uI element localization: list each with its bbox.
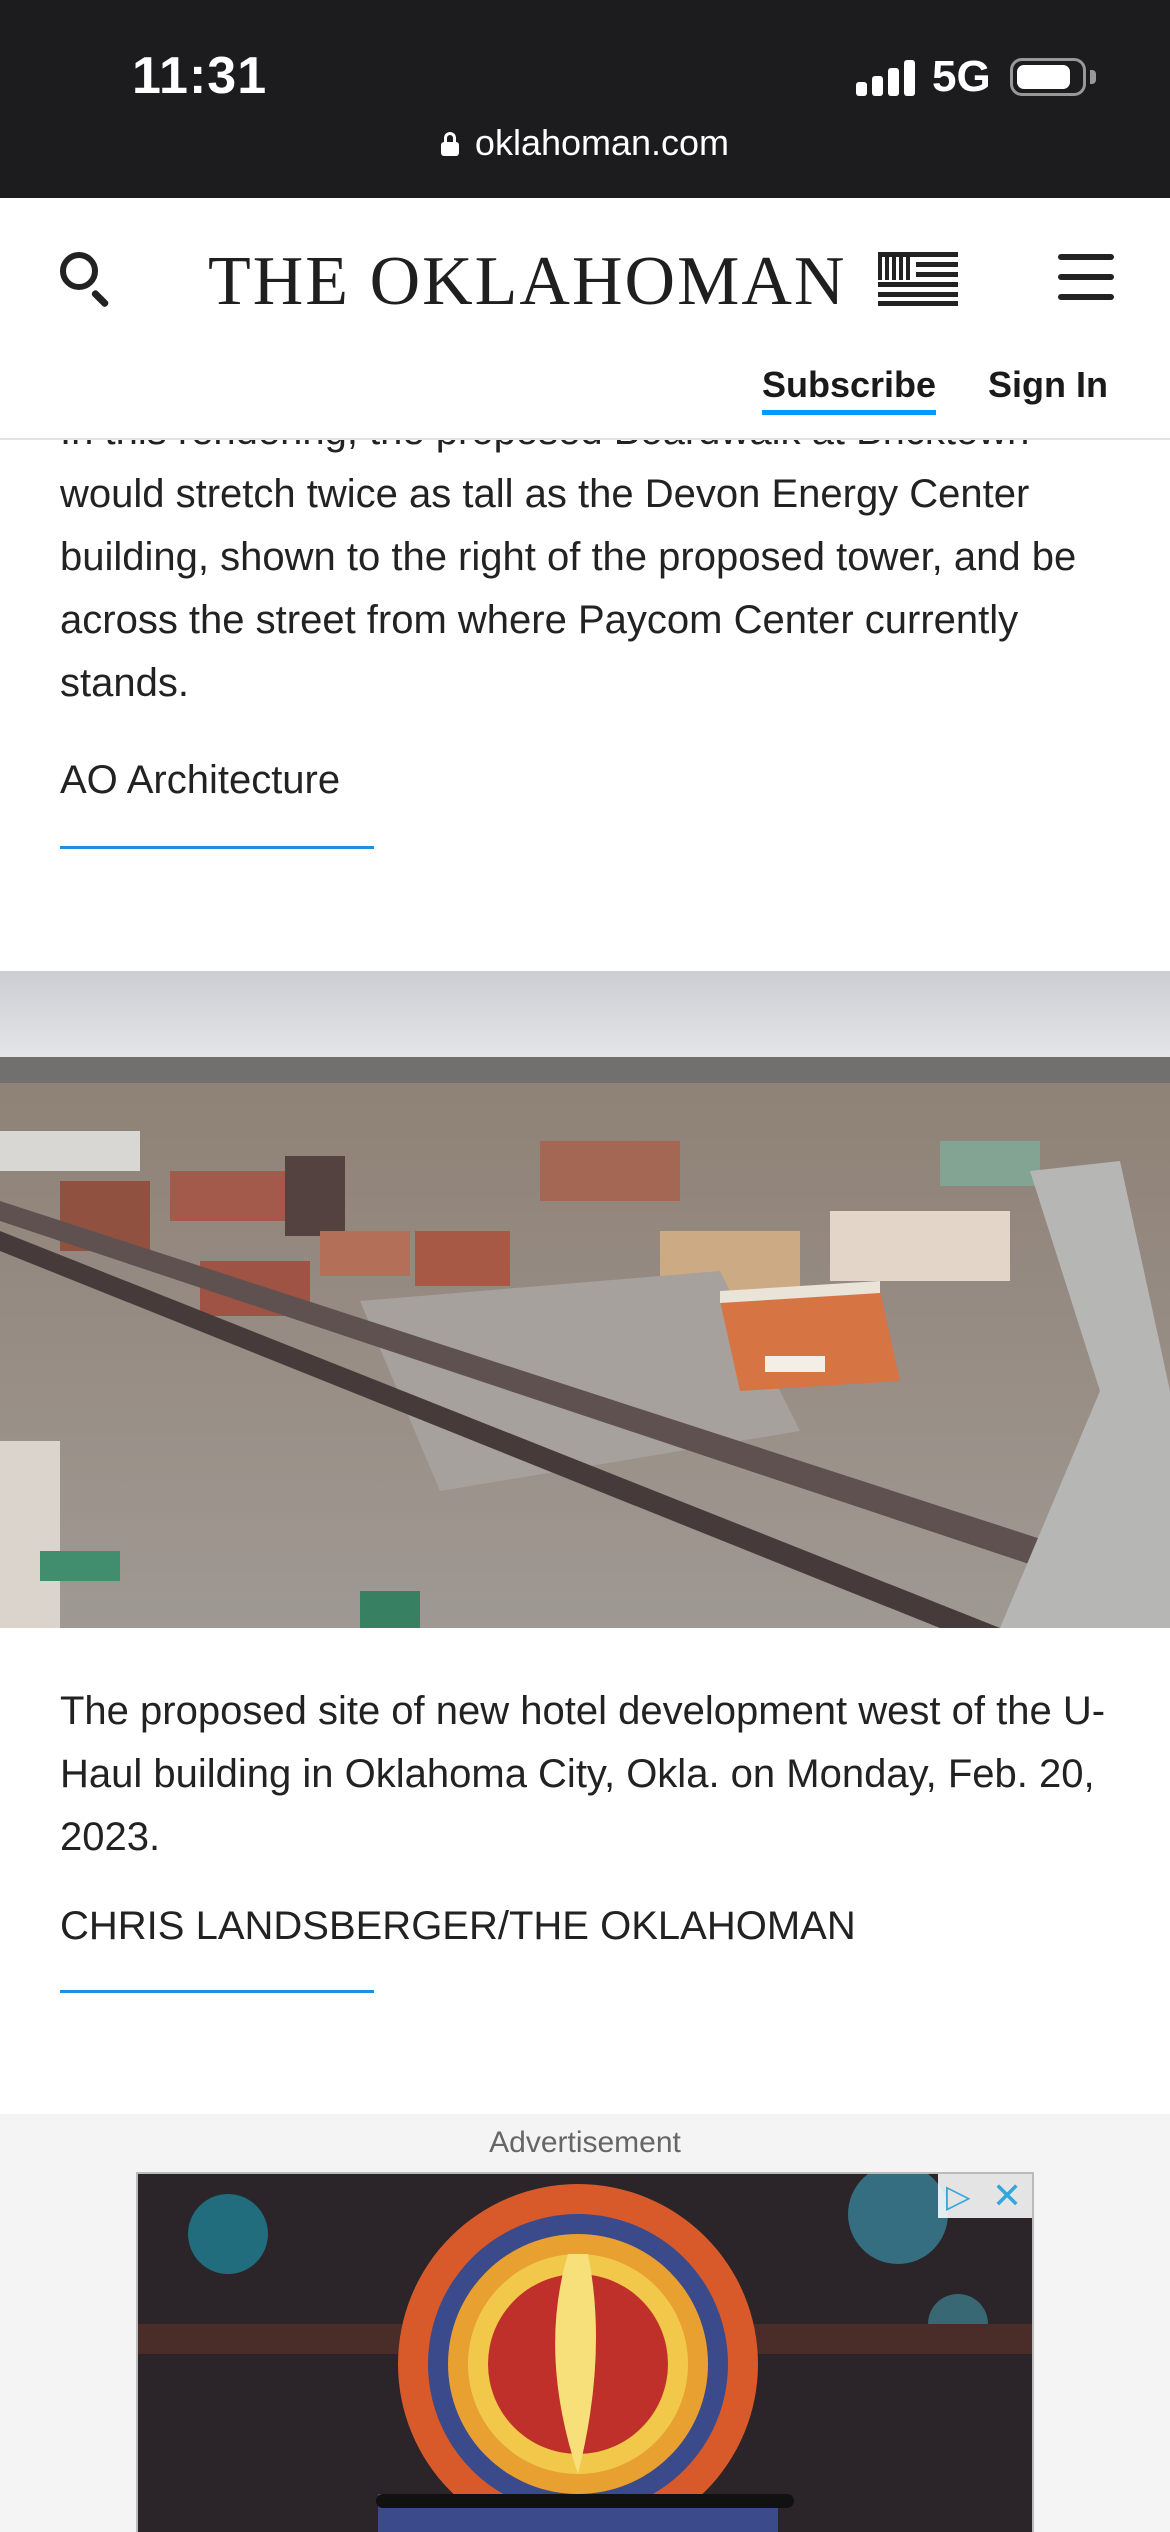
photo-credit: AO Architecture bbox=[60, 758, 341, 802]
advertisement-banner[interactable]: ▷ ✕ bbox=[136, 2172, 1034, 2532]
article-photo-aerial-site[interactable] bbox=[0, 971, 1170, 1628]
credit-divider bbox=[60, 1990, 374, 1993]
network-type: 5G bbox=[932, 52, 991, 101]
photo-caption: In this rendering, the proposed Boardwal… bbox=[60, 409, 1077, 705]
credit-divider bbox=[60, 846, 374, 849]
home-indicator[interactable] bbox=[376, 2494, 794, 2508]
search-icon[interactable] bbox=[56, 248, 116, 309]
advertisement-section: Advertisement ▷ ✕ bbox=[0, 2114, 1170, 2532]
address-bar[interactable]: oklahoman.com bbox=[0, 122, 1170, 164]
ad-choices-triangle-icon[interactable]: ▷ bbox=[946, 2180, 971, 2212]
flag-icon bbox=[878, 252, 958, 306]
aerial-photo-image bbox=[0, 971, 1170, 1628]
status-bar: 11:31 5G oklahoman.com bbox=[0, 0, 1170, 198]
advertisement-label: Advertisement bbox=[489, 2126, 681, 2159]
subscribe-link[interactable]: Subscribe bbox=[762, 364, 937, 415]
masthead-logo[interactable]: THE OKLAHOMAN bbox=[208, 242, 846, 322]
sign-in-link[interactable]: Sign In bbox=[988, 364, 1108, 406]
status-time: 11:31 bbox=[132, 47, 268, 105]
hamburger-menu-icon[interactable] bbox=[1058, 254, 1114, 300]
battery-tip bbox=[1090, 70, 1096, 84]
photo-credit: CHRIS LANDSBERGER/THE OKLAHOMAN bbox=[60, 1904, 856, 1948]
close-icon[interactable]: ✕ bbox=[992, 2178, 1022, 2214]
battery-level bbox=[1017, 65, 1070, 89]
site-header: THE OKLAHOMAN Subscribe Sign In bbox=[0, 198, 1170, 440]
cellular-signal-icon bbox=[856, 60, 916, 96]
battery-icon bbox=[1010, 58, 1086, 96]
ad-image bbox=[138, 2174, 1032, 2532]
lock-icon bbox=[440, 132, 459, 156]
ad-choices-icon[interactable]: ▷ ✕ bbox=[938, 2174, 1032, 2218]
photo-caption: The proposed site of new hotel developme… bbox=[60, 1689, 1106, 1859]
url-text: oklahoman.com bbox=[474, 122, 730, 163]
